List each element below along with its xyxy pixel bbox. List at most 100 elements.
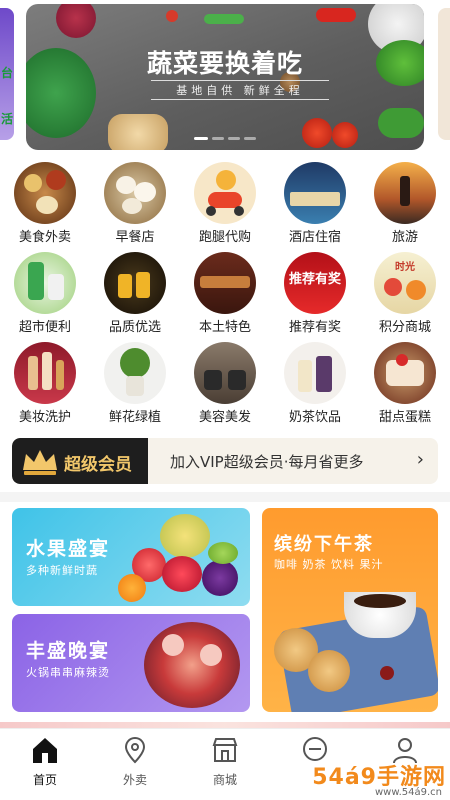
section-divider: [0, 492, 450, 502]
category-label: 推荐有奖: [288, 320, 341, 335]
promo-title: 水果盛宴: [26, 538, 111, 560]
shop-icon: [212, 738, 238, 762]
cherry-tomato-image: [166, 10, 178, 22]
salon-photo: [194, 342, 256, 404]
courier-scooter-icon: [194, 162, 256, 224]
category-cosmetics[interactable]: 美妆洗护: [0, 342, 90, 425]
cherry-image: [380, 666, 394, 680]
vip-badge: 超级会员: [12, 438, 148, 484]
hotpot-platter-image: [144, 622, 240, 708]
category-label: 美妆洗护: [18, 410, 71, 425]
banner-slide[interactable]: 蔬菜要换着吃 基地自供 新鲜全程: [26, 4, 424, 150]
category-label: 美容美发: [198, 410, 251, 425]
category-supermarket[interactable]: 超市便利: [0, 252, 90, 335]
vip-description: 加入VIP超级会员·每月省更多: [170, 453, 364, 471]
nav-home[interactable]: 首页: [15, 735, 75, 788]
banner-prev-peek[interactable]: 台 活: [0, 8, 14, 140]
carousel-dot: [212, 137, 224, 140]
category-referral[interactable]: 推荐有奖 推荐有奖: [270, 252, 360, 335]
lotus-slice-image: [162, 634, 184, 656]
promo-subtitle: 咖啡 奶茶 饮料 果汁: [274, 558, 384, 571]
referral-overlay-text: 推荐有奖: [288, 272, 341, 287]
banner-subtitle: 基地自供 新鲜全程: [151, 80, 329, 100]
hotel-photo: [284, 162, 346, 224]
category-cake[interactable]: 甜点蛋糕: [360, 342, 450, 425]
referral-reward-photo: 推荐有奖: [284, 252, 346, 314]
category-breakfast[interactable]: 早餐店: [90, 162, 180, 245]
lotus-slice-image: [200, 644, 222, 666]
category-courier[interactable]: 跑腿代购: [180, 162, 270, 245]
watermark-url: www.54á9.cn: [374, 787, 442, 798]
category-travel[interactable]: 旅游: [360, 162, 450, 245]
promo-subtitle: 多种新鲜时蔬: [26, 564, 98, 577]
category-hotel[interactable]: 酒店住宿: [270, 162, 360, 245]
chili-image: [316, 8, 356, 22]
nav-label: 首页: [32, 773, 57, 787]
category-label: 早餐店: [115, 230, 155, 245]
cake-photo: [374, 342, 436, 404]
home-icon: [33, 738, 57, 763]
promo-subtitle: 火锅串串麻辣烫: [26, 666, 110, 679]
pea-pod-image: [204, 14, 244, 24]
cosmetics-photo: [14, 342, 76, 404]
banner-carousel[interactable]: 台 活 蔬菜要换着吃 基地自供 新鲜全程: [0, 0, 450, 152]
category-label: 甜点蛋糕: [378, 410, 431, 425]
carousel-indicator: [26, 125, 424, 144]
chevron-right-icon[interactable]: ›: [417, 449, 424, 470]
category-label: 本土特色: [198, 320, 251, 335]
category-local[interactable]: 本土特色: [180, 252, 270, 335]
points-overlay-text: 时光: [395, 262, 415, 273]
category-label: 超市便利: [18, 320, 71, 335]
crown-icon: [23, 450, 57, 475]
plant-photo: [104, 342, 166, 404]
category-label: 跑腿代购: [198, 230, 251, 245]
melon-image: [160, 514, 210, 558]
promo-dinner-feast[interactable]: 丰盛晚宴 火锅串串麻辣烫: [12, 614, 250, 712]
nav-shop[interactable]: 商城: [195, 735, 255, 788]
category-label: 旅游: [391, 230, 418, 245]
passion-fruit-image: [202, 560, 238, 596]
location-pin-icon: [124, 736, 146, 764]
promo-fruit-feast[interactable]: 水果盛宴 多种新鲜时蔬: [12, 508, 250, 606]
nav-label: 商城: [212, 773, 237, 787]
points-mall-photo: 时光: [374, 252, 436, 314]
beet-image: [56, 4, 96, 38]
coffee-image: [354, 594, 406, 608]
category-points-mall[interactable]: 时光 积分商城: [360, 252, 450, 335]
promo-title: 丰盛晚宴: [26, 640, 111, 662]
carousel-dot: [228, 137, 240, 140]
quality-beer-photo: [104, 252, 166, 314]
carousel-dot: [244, 137, 256, 140]
category-label: 美食外卖: [18, 230, 71, 245]
nav-label: 外卖: [122, 773, 147, 787]
vip-badge-label: 超级会员: [64, 455, 132, 475]
pomegranate-image: [162, 556, 202, 592]
bottom-navigation: 首页 外卖 商城 54á9手游网 www.54á9.cn: [0, 728, 450, 800]
breakfast-photo: [104, 162, 166, 224]
category-label: 酒店住宿: [288, 230, 341, 245]
carousel-dot-active: [194, 137, 208, 140]
banner-next-peek[interactable]: [438, 8, 450, 140]
category-label: 鲜花绿植: [108, 410, 161, 425]
food-delivery-photo: [14, 162, 76, 224]
vip-membership-banner[interactable]: 超级会员 加入VIP超级会员·每月省更多 ›: [12, 438, 438, 484]
category-label: 品质优选: [108, 320, 161, 335]
category-salon[interactable]: 美容美发: [180, 342, 270, 425]
category-food-delivery[interactable]: 美食外卖: [0, 162, 90, 245]
travel-pagoda-photo: [374, 162, 436, 224]
grape-image: [208, 542, 238, 564]
local-specialty-photo: [194, 252, 256, 314]
supermarket-photo: [14, 252, 76, 314]
promo-title: 缤纷下午茶: [274, 534, 374, 555]
category-quality[interactable]: 品质优选: [90, 252, 180, 335]
cookie-image: [308, 650, 350, 692]
category-plants[interactable]: 鲜花绿植: [90, 342, 180, 425]
banner-title: 蔬菜要换着吃: [146, 49, 303, 78]
milk-tea-photo: [284, 342, 346, 404]
category-milk-tea[interactable]: 奶茶饮品: [270, 342, 360, 425]
promo-afternoon-tea[interactable]: 缤纷下午茶 咖啡 奶茶 饮料 果汁: [262, 508, 438, 712]
category-label: 奶茶饮品: [288, 410, 341, 425]
banner-peek-text: 台: [0, 66, 13, 80]
nav-takeout[interactable]: 外卖: [105, 735, 165, 788]
category-label: 积分商城: [378, 320, 431, 335]
